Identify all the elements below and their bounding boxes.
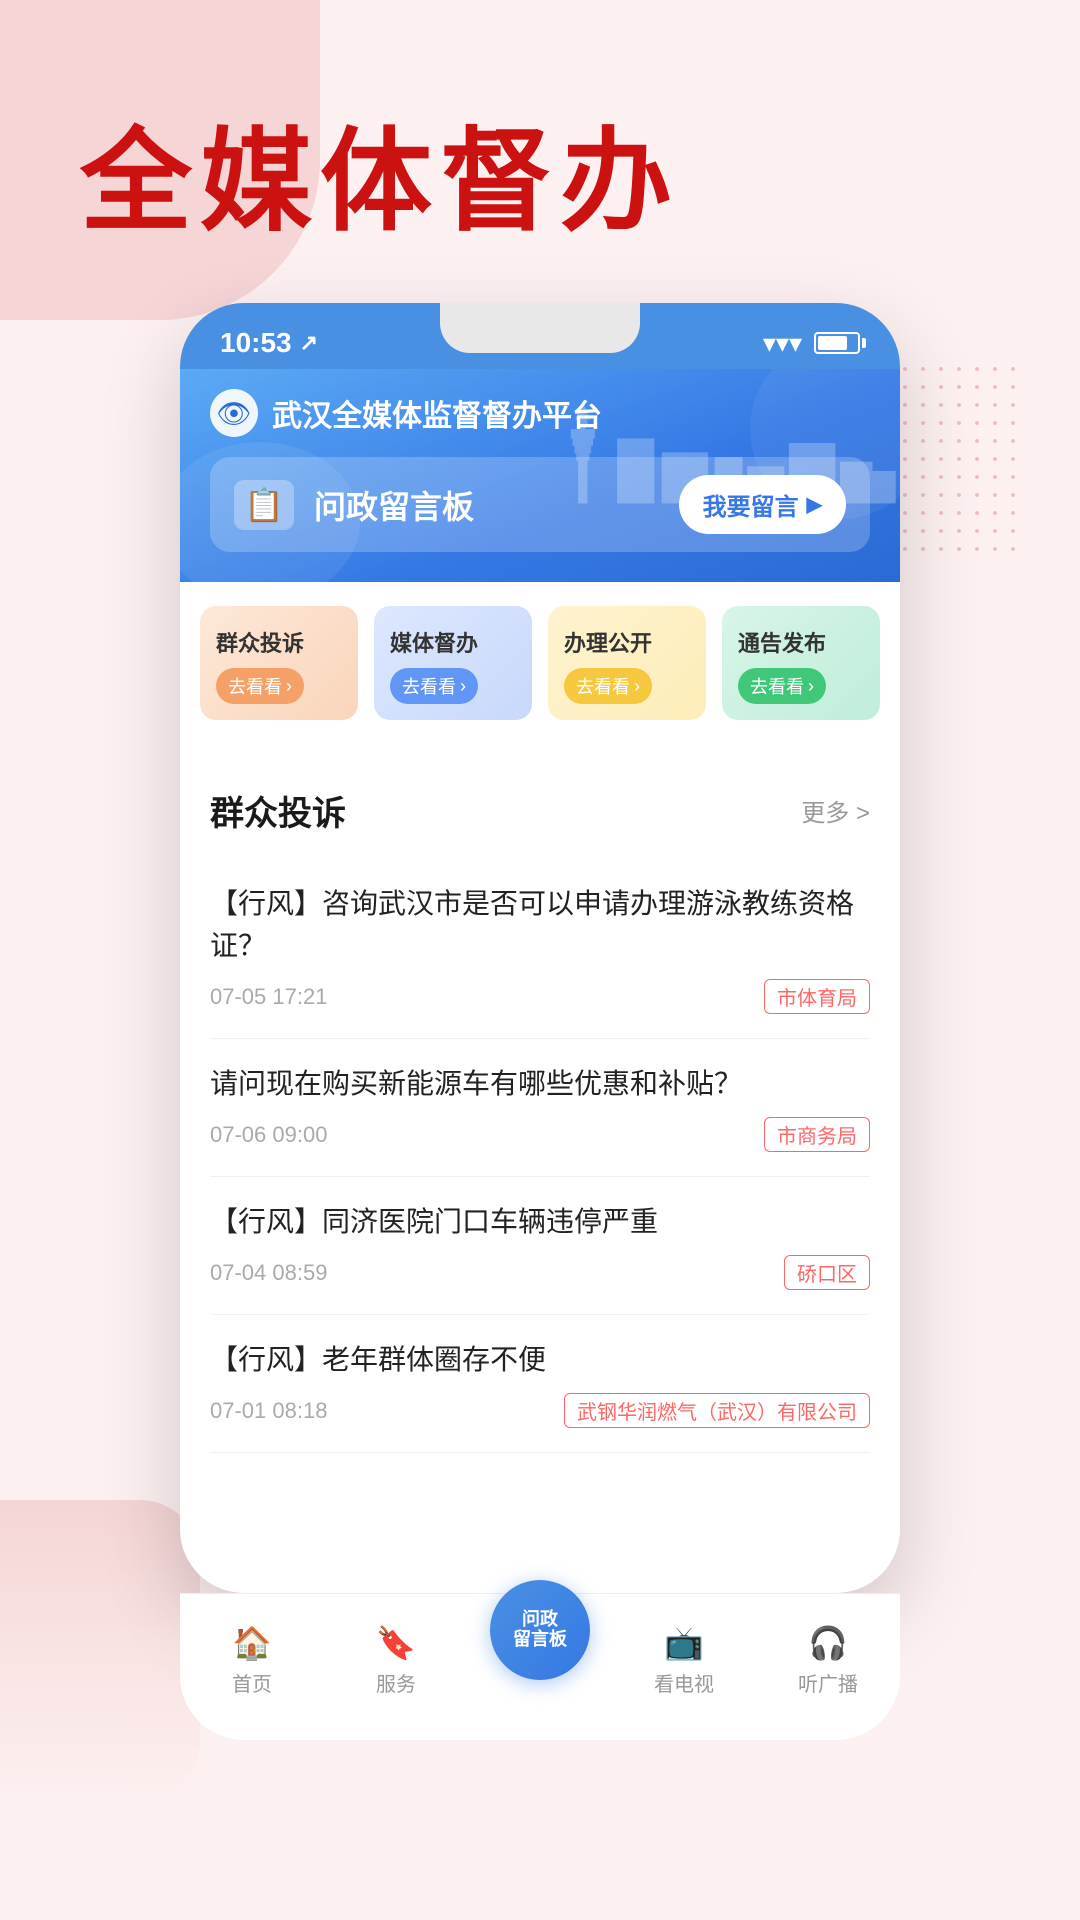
category-title-public: 办理公开 bbox=[564, 626, 690, 658]
home-icon: 🏠 bbox=[232, 1624, 272, 1662]
tab-message-board[interactable]: 问政留言板 bbox=[468, 1580, 612, 1680]
phone-notch bbox=[440, 303, 640, 353]
news-item-2[interactable]: 请问现在购买新能源车有哪些优惠和补贴？ 07-06 09:00 市商务局 bbox=[210, 1039, 870, 1177]
news-tag-1: 市体育局 bbox=[764, 979, 870, 1014]
category-title-notice: 通告发布 bbox=[738, 626, 864, 658]
news-meta-2: 07-06 09:00 市商务局 bbox=[210, 1117, 870, 1152]
message-board-banner[interactable]: 📋 问政留言板 我要留言 ▶ bbox=[210, 457, 870, 552]
bottom-padding bbox=[180, 1453, 900, 1593]
battery-icon bbox=[814, 332, 860, 354]
headphones-icon: 🎧 bbox=[808, 1624, 848, 1662]
app-logo: 👁 bbox=[210, 389, 258, 437]
news-meta-4: 07-01 08:18 武钢华润燃气（武汉）有限公司 bbox=[210, 1393, 870, 1428]
news-tag-3: 硚口区 bbox=[784, 1255, 870, 1290]
section-more[interactable]: 更多 > bbox=[801, 793, 870, 828]
tab-tv[interactable]: 📺 看电视 bbox=[612, 1624, 756, 1697]
app-header: 👁 武汉全媒体监督督办平台 📋 问政留言板 我要留言 ▶ bbox=[180, 369, 900, 582]
category-btn-notice[interactable]: 去看看› bbox=[738, 668, 826, 704]
tab-tv-label: 看电视 bbox=[654, 1668, 714, 1697]
news-title-3: 【行风】同济医院门口车辆违停严重 bbox=[210, 1201, 870, 1243]
category-card-media[interactable]: 媒体督办 去看看› bbox=[374, 606, 532, 720]
news-date-2: 07-06 09:00 bbox=[210, 1122, 327, 1148]
status-icons: ▾▾▾ bbox=[763, 328, 860, 359]
page-title: 全媒体督办 bbox=[0, 0, 1080, 303]
category-btn-public[interactable]: 去看看› bbox=[564, 668, 652, 704]
tab-center-circle[interactable]: 问政留言板 bbox=[490, 1580, 590, 1680]
category-grid: 群众投诉 去看看› 媒体督办 去看看› 办理公开 去看看› bbox=[200, 606, 880, 720]
news-title-2: 请问现在购买新能源车有哪些优惠和补贴？ bbox=[210, 1063, 870, 1105]
category-title-complaints: 群众投诉 bbox=[216, 626, 342, 658]
app-brand-row: 👁 武汉全媒体监督督办平台 bbox=[210, 389, 870, 437]
tv-icon: 📺 bbox=[664, 1624, 704, 1662]
news-item-4[interactable]: 【行风】老年群体圈存不便 07-01 08:18 武钢华润燃气（武汉）有限公司 bbox=[210, 1315, 870, 1453]
news-item-3[interactable]: 【行风】同济医院门口车辆违停严重 07-04 08:59 硚口区 bbox=[210, 1177, 870, 1315]
news-meta-3: 07-04 08:59 硚口区 bbox=[210, 1255, 870, 1290]
phone-frame: 10:53 ↗ ▾▾▾ bbox=[180, 303, 900, 1593]
category-card-notice[interactable]: 通告发布 去看看› bbox=[722, 606, 880, 720]
news-tag-2: 市商务局 bbox=[764, 1117, 870, 1152]
app-brand-name: 武汉全媒体监督督办平台 bbox=[272, 391, 602, 435]
category-card-complaints[interactable]: 群众投诉 去看看› bbox=[200, 606, 358, 720]
section-title: 群众投诉 bbox=[210, 786, 346, 835]
tab-home-label: 首页 bbox=[232, 1668, 272, 1697]
bookmark-icon: 🔖 bbox=[376, 1624, 416, 1662]
news-date-1: 07-05 17:21 bbox=[210, 984, 327, 1010]
news-date-3: 07-04 08:59 bbox=[210, 1260, 327, 1286]
category-section: 群众投诉 去看看› 媒体督办 去看看› 办理公开 去看看› bbox=[180, 582, 900, 744]
category-btn-media[interactable]: 去看看› bbox=[390, 668, 478, 704]
news-tag-4: 武钢华润燃气（武汉）有限公司 bbox=[564, 1393, 870, 1428]
message-board-icon: 📋 bbox=[234, 480, 294, 530]
category-card-public[interactable]: 办理公开 去看看› bbox=[548, 606, 706, 720]
tab-home[interactable]: 🏠 首页 bbox=[180, 1624, 324, 1697]
message-board-button[interactable]: 我要留言 ▶ bbox=[679, 475, 846, 534]
location-icon: ↗ bbox=[300, 330, 318, 356]
message-board-title: 问政留言板 bbox=[314, 482, 474, 528]
section-header: 群众投诉 更多 > bbox=[210, 786, 870, 835]
phone-wrapper: 10:53 ↗ ▾▾▾ bbox=[0, 303, 1080, 1593]
wifi-icon: ▾▾▾ bbox=[763, 328, 802, 359]
category-title-media: 媒体督办 bbox=[390, 626, 516, 658]
content-section: 群众投诉 更多 > 【行风】咨询武汉市是否可以申请办理游泳教练资格证？ 07-0… bbox=[180, 756, 900, 1453]
status-time: 10:53 ↗ bbox=[220, 327, 318, 359]
tab-services-label: 服务 bbox=[376, 1668, 416, 1697]
news-title-1: 【行风】咨询武汉市是否可以申请办理游泳教练资格证？ bbox=[210, 883, 870, 967]
message-board-left: 📋 问政留言板 bbox=[234, 480, 474, 530]
news-date-4: 07-01 08:18 bbox=[210, 1398, 327, 1424]
category-btn-complaints[interactable]: 去看看› bbox=[216, 668, 304, 704]
tab-services[interactable]: 🔖 服务 bbox=[324, 1624, 468, 1697]
tab-radio-label: 听广播 bbox=[798, 1668, 858, 1697]
tab-radio[interactable]: 🎧 听广播 bbox=[756, 1624, 900, 1697]
news-title-4: 【行风】老年群体圈存不便 bbox=[210, 1339, 870, 1381]
message-board-arrow-icon: ▶ bbox=[807, 492, 822, 517]
tab-center-text: 问政留言板 bbox=[513, 1610, 567, 1650]
news-item-1[interactable]: 【行风】咨询武汉市是否可以申请办理游泳教练资格证？ 07-05 17:21 市体… bbox=[210, 859, 870, 1039]
news-meta-1: 07-05 17:21 市体育局 bbox=[210, 979, 870, 1014]
